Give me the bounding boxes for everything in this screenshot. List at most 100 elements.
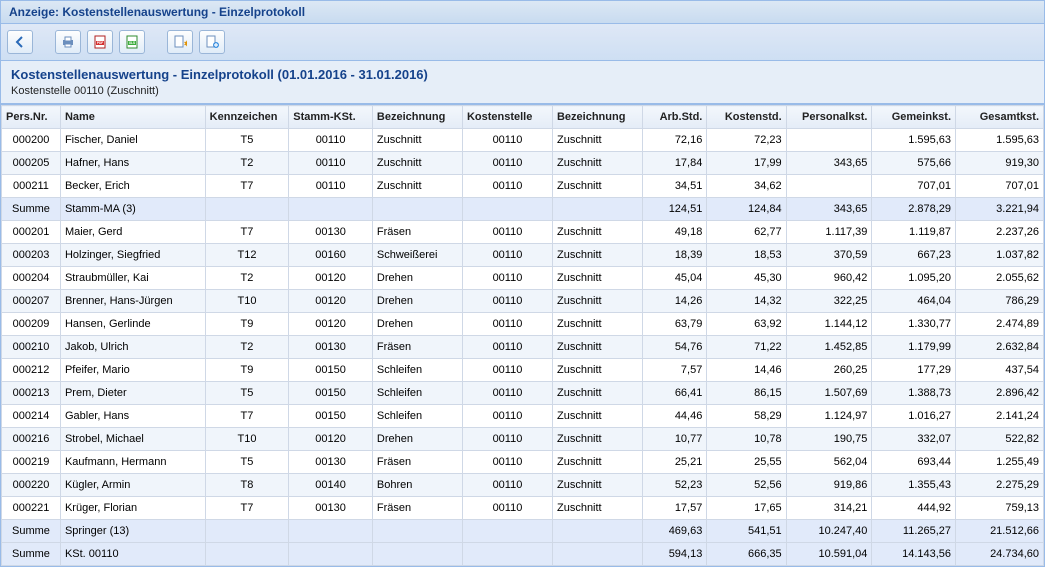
cell: 00150	[289, 359, 373, 382]
table-row[interactable]: SummeKSt. 00110594,13666,3510.591,0414.1…	[2, 543, 1044, 566]
cell: 10,77	[643, 428, 707, 451]
col-header[interactable]: Stamm-KSt.	[289, 106, 373, 129]
table-row[interactable]: SummeSpringer (13)469,63541,5110.247,401…	[2, 520, 1044, 543]
cell: 66,41	[643, 382, 707, 405]
table-row[interactable]: 000211Becker, ErichT700110Zuschnitt00110…	[2, 175, 1044, 198]
table-row[interactable]: 000220Kügler, ArminT800140Bohren00110Zus…	[2, 474, 1044, 497]
cell: 2.878,29	[872, 198, 956, 221]
cell: Zuschnitt	[552, 244, 642, 267]
table-row[interactable]: SummeStamm-MA (3)124,51124,84343,652.878…	[2, 198, 1044, 221]
cell: 00110	[462, 336, 552, 359]
cell	[552, 520, 642, 543]
cell: 00130	[289, 336, 373, 359]
cell: 00110	[462, 290, 552, 313]
table-row[interactable]: 000214Gabler, HansT700150Schleifen00110Z…	[2, 405, 1044, 428]
cell: Fischer, Daniel	[60, 129, 205, 152]
cell: 00140	[289, 474, 373, 497]
cell: Summe	[2, 520, 61, 543]
col-header[interactable]: Arb.Std.	[643, 106, 707, 129]
col-header[interactable]: Bezeichnung	[372, 106, 462, 129]
cell: 17,84	[643, 152, 707, 175]
col-header[interactable]: Kostenstd.	[707, 106, 786, 129]
cell: 1.255,49	[956, 451, 1044, 474]
table-row[interactable]: 000216Strobel, MichaelT1000120Drehen0011…	[2, 428, 1044, 451]
toolbar: PDF XLS ✱	[1, 24, 1044, 61]
cell	[462, 543, 552, 566]
col-header[interactable]: Gemeinkst.	[872, 106, 956, 129]
table-row[interactable]: 000213Prem, DieterT500150Schleifen00110Z…	[2, 382, 1044, 405]
cell: 3.221,94	[956, 198, 1044, 221]
col-header[interactable]: Kennzeichen	[205, 106, 289, 129]
table-row[interactable]: 000201Maier, GerdT700130Fräsen00110Zusch…	[2, 221, 1044, 244]
cell: 759,13	[956, 497, 1044, 520]
cell: 1.117,39	[786, 221, 872, 244]
cell: 124,84	[707, 198, 786, 221]
new-doc-button[interactable]: ✱	[167, 30, 193, 54]
export-pdf-button[interactable]: PDF	[87, 30, 113, 54]
cell	[372, 198, 462, 221]
col-header[interactable]: Name	[60, 106, 205, 129]
table-row[interactable]: 000209Hansen, GerlindeT900120Drehen00110…	[2, 313, 1044, 336]
header-title: Kostenstellenauswertung - Einzelprotokol…	[62, 5, 305, 19]
cell: 000209	[2, 313, 61, 336]
back-button[interactable]	[7, 30, 33, 54]
cell: 919,86	[786, 474, 872, 497]
col-header[interactable]: Pers.Nr.	[2, 106, 61, 129]
cell: Stamm-MA (3)	[60, 198, 205, 221]
cell: 000204	[2, 267, 61, 290]
cell: 00110	[462, 244, 552, 267]
col-header[interactable]: Kostenstelle	[462, 106, 552, 129]
svg-text:PDF: PDF	[97, 41, 103, 45]
cell: 00110	[462, 129, 552, 152]
cell: 667,23	[872, 244, 956, 267]
print-button[interactable]	[55, 30, 81, 54]
data-table: Pers.Nr.NameKennzeichenStamm-KSt.Bezeich…	[1, 105, 1044, 566]
table-row[interactable]: 000221Krüger, FlorianT700130Fräsen00110Z…	[2, 497, 1044, 520]
col-header[interactable]: Bezeichnung	[552, 106, 642, 129]
cell: 00120	[289, 267, 373, 290]
cell	[786, 175, 872, 198]
cell: Springer (13)	[60, 520, 205, 543]
cell: 18,39	[643, 244, 707, 267]
cell	[205, 520, 289, 543]
cell: Zuschnitt	[552, 405, 642, 428]
cell: 00110	[462, 497, 552, 520]
col-header[interactable]: Gesamtkst.	[956, 106, 1044, 129]
cell: 00130	[289, 497, 373, 520]
cell: 437,54	[956, 359, 1044, 382]
cell	[205, 198, 289, 221]
table-row[interactable]: 000210Jakob, UlrichT200130Fräsen00110Zus…	[2, 336, 1044, 359]
cell: Zuschnitt	[552, 290, 642, 313]
cell: 63,92	[707, 313, 786, 336]
cell	[289, 520, 373, 543]
table-row[interactable]: 000207Brenner, Hans-JürgenT1000120Drehen…	[2, 290, 1044, 313]
cell: 14.143,56	[872, 543, 956, 566]
table-row[interactable]: 000200Fischer, DanielT500110Zuschnitt001…	[2, 129, 1044, 152]
cell: 343,65	[786, 198, 872, 221]
cell: T10	[205, 290, 289, 313]
cell: 10.247,40	[786, 520, 872, 543]
cell: Summe	[2, 543, 61, 566]
cell: 124,51	[643, 198, 707, 221]
table-row[interactable]: 000203Holzinger, SiegfriedT1200160Schwei…	[2, 244, 1044, 267]
doc-add-button[interactable]	[199, 30, 225, 54]
table-row[interactable]: 000219Kaufmann, HermannT500130Fräsen0011…	[2, 451, 1044, 474]
cell: 14,32	[707, 290, 786, 313]
cell	[289, 543, 373, 566]
cell: 2.237,26	[956, 221, 1044, 244]
cell: 314,21	[786, 497, 872, 520]
cell: 00110	[462, 382, 552, 405]
cell: 00110	[462, 152, 552, 175]
cell: 86,15	[707, 382, 786, 405]
cell: Drehen	[372, 428, 462, 451]
cell: 49,18	[643, 221, 707, 244]
report-subheader: Kostenstellenauswertung - Einzelprotokol…	[1, 61, 1044, 104]
table-row[interactable]: 000205Hafner, HansT200110Zuschnitt00110Z…	[2, 152, 1044, 175]
table-row[interactable]: 000212Pfeifer, MarioT900150Schleifen0011…	[2, 359, 1044, 382]
cell: KSt. 00110	[60, 543, 205, 566]
cell: 00110	[462, 405, 552, 428]
cell: T9	[205, 313, 289, 336]
export-xls-button[interactable]: XLS	[119, 30, 145, 54]
table-row[interactable]: 000204Straubmüller, KaiT200120Drehen0011…	[2, 267, 1044, 290]
col-header[interactable]: Personalkst.	[786, 106, 872, 129]
